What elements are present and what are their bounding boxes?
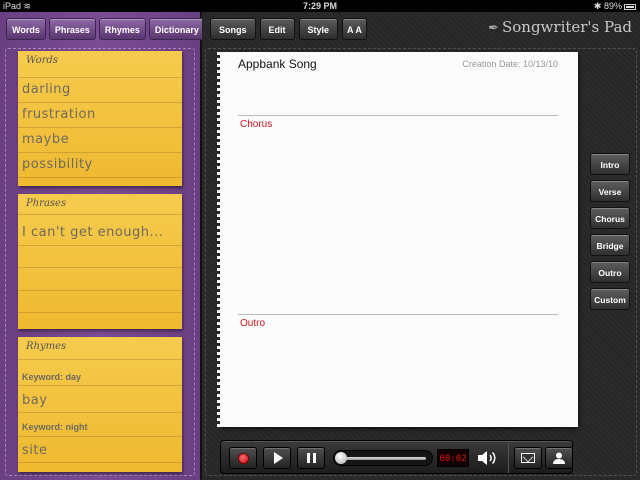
note-line [18,214,182,215]
chorus-button[interactable]: Chorus [590,207,630,229]
words-note[interactable]: Words darling frustration maybe possibil… [18,51,182,186]
section-divider [238,115,558,116]
app-logo: ✒ Songwriter's Pad [488,18,632,36]
sidebar-tabs: Words Phrases Rhymes Dictionary [6,18,205,40]
font-size-button[interactable]: A A [342,18,367,40]
bluetooth-icon: ✱ [593,1,602,11]
note-line [18,152,182,153]
note-line [18,290,182,291]
status-bar: iPad ≋ 7:29 PM ✱ 89% [0,0,640,12]
contact-icon [553,452,565,464]
edit-button[interactable]: Edit [259,18,295,40]
mail-icon [521,453,535,463]
custom-button[interactable]: Custom [590,288,630,310]
style-button[interactable]: Style [298,18,339,40]
tab-dictionary[interactable]: Dictionary [148,18,205,40]
word-item[interactable]: possibility [22,157,93,172]
word-item[interactable]: darling [22,82,71,97]
record-button[interactable] [229,447,257,469]
editor-area: Songs Edit Style A A ✒ Songwriter's Pad A… [202,12,640,480]
torn-edge [217,52,223,427]
note-line [18,127,182,128]
tab-phrases[interactable]: Phrases [48,18,96,40]
rhymes-note[interactable]: Rhymes Keyword: day bay Keyword: night s… [18,337,182,472]
words-note-title: Words [26,55,58,66]
phrases-note[interactable]: Phrases I can't get enough... [18,194,182,329]
note-line [18,177,182,178]
transport-divider [508,443,509,473]
play-icon [273,452,283,464]
battery-indicator: ✱ 89% [594,0,636,12]
song-title[interactable]: Appbank Song [238,57,317,71]
word-item[interactable]: frustration [22,107,96,122]
email-button[interactable] [514,447,542,469]
section-label-outro[interactable]: Outro [240,318,265,329]
outro-button[interactable]: Outro [590,261,630,283]
word-item[interactable]: maybe [22,132,69,147]
section-label-chorus[interactable]: Chorus [240,119,272,130]
tab-words[interactable]: Words [6,18,46,40]
song-sheet[interactable]: Appbank Song Creation Date: 10/13/10 Cho… [217,52,578,427]
playback-slider[interactable] [333,450,433,466]
sidebar: Words Phrases Rhymes Dictionary Words da… [0,12,205,480]
tab-rhymes[interactable]: Rhymes [98,18,146,40]
phrase-item[interactable]: I can't get enough... [22,225,163,240]
note-line [18,436,182,437]
note-line [18,245,182,246]
note-line [18,312,182,313]
note-line [18,267,182,268]
note-line [18,412,182,413]
contact-button[interactable] [545,447,573,469]
note-line [18,462,182,463]
section-buttons: Intro Verse Chorus Bridge Outro Custom [590,153,630,310]
transport-bar: 00:02 [220,440,573,474]
play-button[interactable] [263,447,291,469]
record-icon [237,452,249,464]
rhyme-item[interactable]: bay [22,393,47,408]
rhymes-note-title: Rhymes [26,341,67,352]
slider-track [340,457,426,460]
intro-button[interactable]: Intro [590,153,630,175]
section-divider [238,314,558,315]
rhyme-keyword: Keyword: day [22,372,82,382]
quill-icon: ✒ [488,21,499,36]
clock: 7:29 PM [302,1,337,11]
pause-icon [306,453,316,463]
volume-icon[interactable] [476,449,498,467]
note-line [18,102,182,103]
pause-button[interactable] [297,447,325,469]
note-line [18,385,182,386]
songs-button[interactable]: Songs [210,18,256,40]
rhyme-item[interactable]: site [22,443,47,458]
note-line [18,77,182,78]
rhyme-keyword: Keyword: night [22,422,88,432]
note-line [18,359,182,360]
phrases-note-title: Phrases [26,198,67,209]
bridge-button[interactable]: Bridge [590,234,630,256]
toolbar: Songs Edit Style A A [210,18,367,40]
recording-timer: 00:02 [437,449,469,467]
battery-icon [624,3,636,10]
slider-knob[interactable] [335,452,347,464]
verse-button[interactable]: Verse [590,180,630,202]
creation-date: Creation Date: 10/13/10 [462,59,558,69]
